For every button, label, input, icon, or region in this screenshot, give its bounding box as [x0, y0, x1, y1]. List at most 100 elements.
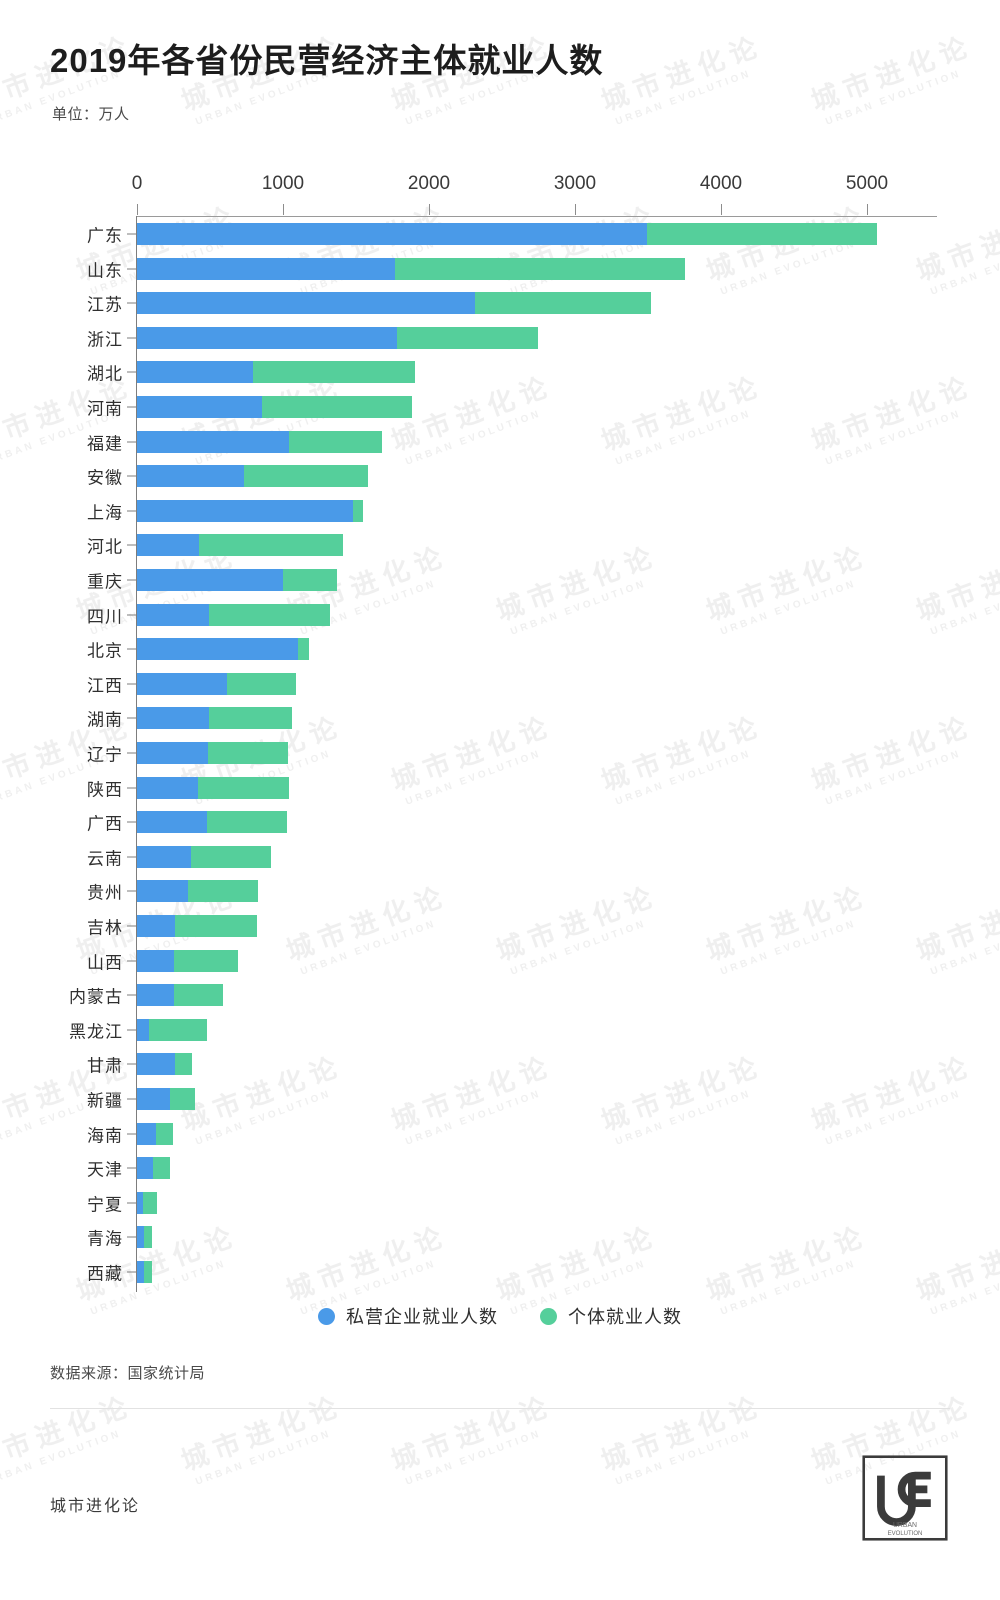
- bar-segment[interactable]: [137, 742, 208, 764]
- bar-segment[interactable]: [261, 396, 413, 418]
- bar-segment[interactable]: [173, 984, 224, 1007]
- bar-segment[interactable]: [143, 1261, 152, 1283]
- legend-item[interactable]: 私营企业就业人数: [318, 1303, 498, 1329]
- bar-segment[interactable]: [155, 1122, 173, 1145]
- bar-segment[interactable]: [137, 223, 647, 245]
- bar-segment[interactable]: [137, 811, 208, 834]
- bar-segment[interactable]: [137, 465, 245, 488]
- bar-segment[interactable]: [353, 499, 363, 522]
- y-axis-tick: [127, 510, 136, 512]
- bar-segment[interactable]: [298, 638, 309, 661]
- bar-segment[interactable]: [173, 949, 238, 972]
- bar-segment[interactable]: [137, 396, 262, 418]
- bar-segment[interactable]: [137, 1018, 149, 1041]
- bar-segment[interactable]: [137, 292, 475, 315]
- bar-segment[interactable]: [137, 672, 227, 695]
- category-label: 山东: [87, 261, 123, 281]
- bar-segment[interactable]: [143, 1226, 153, 1249]
- y-axis-tick: [127, 1063, 136, 1065]
- bar-segment[interactable]: [226, 672, 296, 695]
- bar-segment[interactable]: [137, 845, 192, 868]
- category-label: 安徽: [87, 468, 123, 488]
- bar-segment[interactable]: [142, 1191, 158, 1214]
- bar-segment[interactable]: [137, 569, 283, 591]
- bar-segment[interactable]: [148, 1018, 208, 1041]
- bar-segment[interactable]: [137, 776, 199, 799]
- bar-segment[interactable]: [396, 326, 539, 349]
- category-label: 内蒙古: [69, 987, 123, 1007]
- bar-segment[interactable]: [646, 223, 877, 245]
- y-axis-tick: [127, 579, 136, 581]
- unit-label: 单位：万人: [52, 106, 130, 124]
- bar-segment[interactable]: [137, 1157, 154, 1180]
- bar-segment[interactable]: [394, 257, 685, 280]
- bar-segment[interactable]: [208, 603, 330, 626]
- bar-segment[interactable]: [137, 1122, 156, 1145]
- bar-segment[interactable]: [137, 603, 209, 626]
- category-label: 广西: [87, 814, 123, 834]
- category-label: 上海: [87, 503, 123, 523]
- y-axis-tick: [127, 337, 136, 339]
- bar-segment[interactable]: [288, 430, 382, 453]
- bar-segment[interactable]: [137, 880, 189, 903]
- bar-segment[interactable]: [137, 915, 175, 937]
- bar-segment[interactable]: [137, 534, 200, 557]
- ue-logo-icon: URBAN EVOLUTION: [862, 1455, 948, 1541]
- x-axis-label: 4000: [699, 173, 743, 194]
- bar-segment[interactable]: [137, 984, 174, 1007]
- bar-segment[interactable]: [169, 1088, 195, 1110]
- x-axis-tick: [429, 204, 430, 215]
- y-axis-tick: [127, 717, 136, 719]
- y-axis-tick: [127, 683, 136, 685]
- category-label: 广东: [87, 226, 123, 246]
- category-label: 宁夏: [87, 1195, 123, 1215]
- bar-segment[interactable]: [208, 707, 293, 730]
- bar-segment[interactable]: [188, 880, 259, 903]
- x-axis-label: 2000: [407, 173, 451, 194]
- legend-item[interactable]: 个体就业人数: [540, 1303, 682, 1329]
- y-axis-tick: [127, 994, 136, 996]
- bar-segment[interactable]: [283, 569, 338, 591]
- y-axis-tick: [127, 544, 136, 546]
- bar-segment[interactable]: [199, 534, 343, 557]
- bar-segment[interactable]: [137, 499, 354, 522]
- bar-segment[interactable]: [191, 845, 271, 868]
- category-label: 辽宁: [87, 745, 123, 765]
- y-axis-tick: [127, 648, 136, 650]
- bar-segment[interactable]: [137, 949, 174, 972]
- bar-segment[interactable]: [174, 915, 257, 937]
- y-axis-tick: [127, 1029, 136, 1031]
- bar-segment[interactable]: [253, 361, 415, 384]
- bar-segment[interactable]: [137, 326, 397, 349]
- category-label: 青海: [87, 1229, 123, 1249]
- bar-segment[interactable]: [137, 1053, 175, 1076]
- y-axis-tick: [127, 371, 136, 373]
- bar-segment[interactable]: [153, 1157, 170, 1180]
- y-axis-tick: [127, 856, 136, 858]
- category-label: 福建: [87, 434, 123, 454]
- y-axis-tick: [127, 1236, 136, 1238]
- category-label: 海南: [87, 1126, 123, 1146]
- category-label: 吉林: [87, 918, 123, 938]
- bar-segment[interactable]: [474, 292, 651, 315]
- category-label: 新疆: [87, 1091, 123, 1111]
- y-axis-tick: [127, 441, 136, 443]
- bar-segment[interactable]: [137, 707, 209, 730]
- bar-segment[interactable]: [207, 811, 287, 834]
- bar-segment[interactable]: [137, 257, 395, 280]
- bar-segment[interactable]: [174, 1053, 193, 1076]
- category-label: 河北: [87, 537, 123, 557]
- bar-segment[interactable]: [207, 742, 288, 764]
- bar-segment[interactable]: [137, 1088, 170, 1110]
- bar-segment[interactable]: [198, 776, 289, 799]
- bar-segment[interactable]: [137, 430, 289, 453]
- category-label: 重庆: [87, 572, 123, 592]
- bar-segment[interactable]: [137, 361, 254, 384]
- y-axis-tick: [127, 233, 136, 235]
- bar-segment[interactable]: [244, 465, 368, 488]
- category-label: 江苏: [87, 295, 123, 315]
- y-axis-tick: [127, 614, 136, 616]
- bar-segment[interactable]: [137, 638, 299, 661]
- y-axis-tick: [127, 268, 136, 270]
- x-axis-tick: [283, 204, 284, 215]
